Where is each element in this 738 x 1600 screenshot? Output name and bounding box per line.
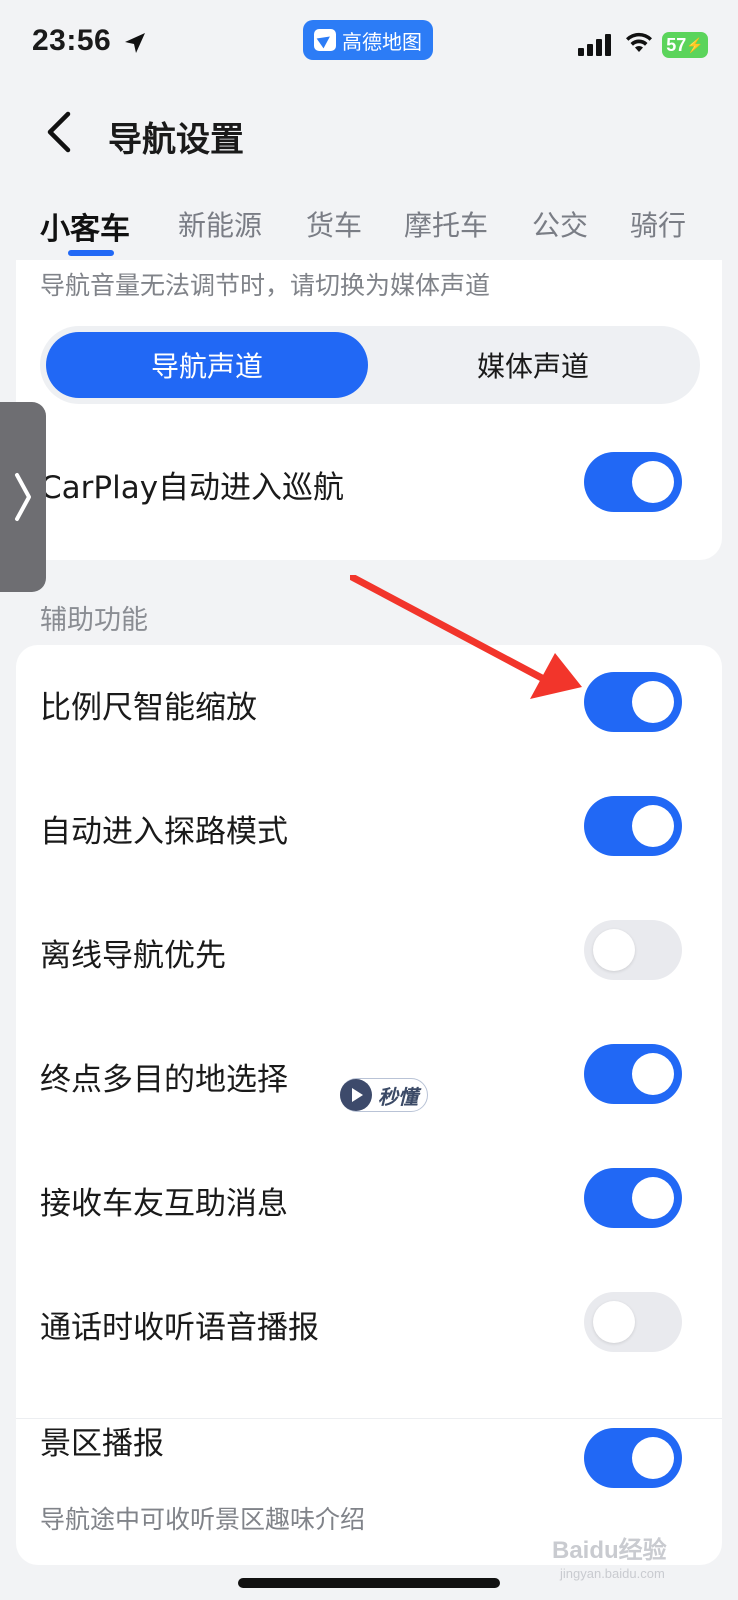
battery-level: 57 bbox=[666, 34, 687, 55]
multi-destination-toggle[interactable] bbox=[584, 1044, 682, 1104]
toggle-knob bbox=[632, 461, 674, 503]
call-voice-toggle[interactable] bbox=[584, 1292, 682, 1352]
tab-bus[interactable]: 公交 bbox=[532, 204, 588, 244]
toggle-knob bbox=[632, 1177, 674, 1219]
scale-zoom-label: 比例尺智能缩放 bbox=[40, 690, 257, 726]
toggle-knob bbox=[632, 805, 674, 847]
annotation-arrow-icon bbox=[350, 575, 582, 699]
active-tab-indicator bbox=[68, 250, 114, 256]
scenic-broadcast-toggle[interactable] bbox=[584, 1428, 682, 1488]
tab-new-energy[interactable]: 新能源 bbox=[178, 204, 262, 244]
driver-help-label: 接收车友互助消息 bbox=[40, 1186, 288, 1222]
amap-logo-icon bbox=[314, 29, 336, 51]
voice-channel-segmented-control: 导航声道 媒体声道 bbox=[40, 326, 700, 404]
nav-channel-option[interactable]: 导航声道 bbox=[46, 332, 368, 398]
assist-section-title: 辅助功能 bbox=[40, 605, 148, 636]
watermark-url: jingyan.baidu.com bbox=[560, 1566, 665, 1581]
scenic-broadcast-sublabel: 导航途中可收听景区趣味介绍 bbox=[40, 1505, 366, 1534]
tab-cycling[interactable]: 骑行 bbox=[630, 204, 686, 244]
app-name: 高德地图 bbox=[342, 29, 422, 54]
carplay-toggle[interactable] bbox=[584, 452, 682, 512]
carplay-label: CarPlay自动进入巡航 bbox=[40, 470, 345, 506]
toggle-knob bbox=[593, 929, 635, 971]
battery-icon: 57 ⚡ bbox=[662, 32, 708, 58]
tab-truck[interactable]: 货车 bbox=[306, 204, 362, 244]
media-channel-option[interactable]: 媒体声道 bbox=[372, 332, 694, 398]
explore-mode-label: 自动进入探路模式 bbox=[40, 814, 288, 850]
multi-destination-label: 终点多目的地选择 bbox=[40, 1062, 288, 1098]
driver-help-toggle[interactable] bbox=[584, 1168, 682, 1228]
voice-channel-hint: 导航音量无法调节时，请切换为媒体声道 bbox=[40, 271, 491, 300]
toggle-knob bbox=[593, 1301, 635, 1343]
side-drawer-handle[interactable] bbox=[0, 402, 46, 592]
scenic-broadcast-label: 景区播报 bbox=[40, 1426, 164, 1462]
location-arrow-icon bbox=[125, 33, 145, 53]
tab-car[interactable]: 小客车 bbox=[40, 204, 130, 248]
cellular-signal-icon bbox=[578, 34, 611, 56]
toggle-knob bbox=[632, 1053, 674, 1095]
call-voice-label: 通话时收听语音播报 bbox=[40, 1310, 319, 1346]
app-return-pill[interactable]: 高德地图 bbox=[303, 20, 433, 60]
explore-mode-toggle[interactable] bbox=[584, 796, 682, 856]
offline-nav-toggle[interactable] bbox=[584, 920, 682, 980]
toggle-knob bbox=[632, 681, 674, 723]
explainer-badge[interactable]: 秒懂 bbox=[340, 1078, 428, 1112]
toggle-knob bbox=[632, 1437, 674, 1479]
status-time: 23:56 bbox=[32, 24, 112, 57]
play-icon bbox=[340, 1079, 372, 1111]
tab-motorcycle[interactable]: 摩托车 bbox=[404, 204, 488, 244]
explainer-badge-label: 秒懂 bbox=[378, 1084, 418, 1109]
vehicle-tabs: 小客车 新能源 货车 摩托车 公交 骑行 bbox=[0, 196, 738, 260]
offline-nav-label: 离线导航优先 bbox=[40, 938, 226, 974]
back-chevron-icon[interactable] bbox=[42, 110, 78, 154]
page-title: 导航设置 bbox=[108, 120, 244, 160]
chevron-right-icon bbox=[15, 473, 31, 521]
wifi-icon bbox=[626, 32, 652, 52]
watermark-logo: Baidu经验 bbox=[552, 1537, 667, 1564]
home-indicator[interactable] bbox=[238, 1578, 500, 1588]
